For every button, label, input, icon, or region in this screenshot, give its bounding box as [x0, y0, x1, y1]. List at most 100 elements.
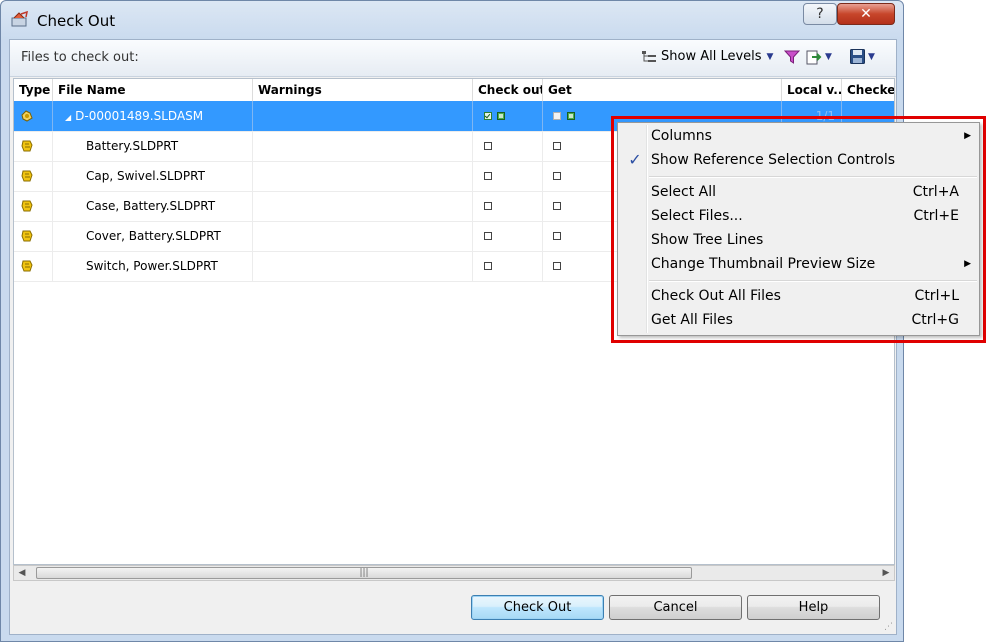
check-out-button[interactable]: Check Out	[471, 595, 604, 620]
column-header-file-name[interactable]: File Name	[53, 79, 253, 101]
menu-item-label: Get All Files	[651, 312, 733, 328]
menu-item-get-all-files[interactable]: Get All Files Ctrl+G	[620, 308, 977, 332]
type-cell	[14, 191, 53, 221]
checkmark-icon: ✓	[628, 150, 642, 169]
warnings-cell	[253, 101, 473, 131]
menu-item-label: Columns	[651, 128, 712, 144]
menu-item-select-all[interactable]: Select All Ctrl+A	[620, 180, 977, 204]
menu-item-label: Show Reference Selection Controls	[651, 152, 896, 168]
check-out-cell	[473, 131, 543, 161]
scroll-left-arrow-icon[interactable]: ◀	[14, 566, 30, 580]
context-menu: Columns ▶ ✓ Show Reference Selection Con…	[617, 122, 980, 336]
type-cell	[14, 221, 53, 251]
collapse-arrow-icon[interactable]: ◢	[65, 113, 71, 122]
part-icon	[21, 140, 33, 152]
warnings-cell	[253, 221, 473, 251]
type-cell	[14, 251, 53, 281]
check-out-cell	[473, 161, 543, 191]
part-icon	[21, 230, 33, 242]
close-button[interactable]: ✕	[837, 3, 895, 25]
get-checkbox[interactable]	[553, 172, 561, 180]
check-out-checkbox[interactable]	[484, 232, 492, 240]
check-out-checkbox[interactable]	[484, 112, 492, 120]
menu-item-shortcut: Ctrl+A	[912, 184, 959, 200]
file-name: D-00001489.SLDASM	[75, 109, 204, 123]
menu-item-label: Show Tree Lines	[651, 232, 764, 248]
floppy-save-icon[interactable]	[850, 49, 865, 64]
window-title: Check Out	[37, 12, 116, 30]
files-to-check-out-label: Files to check out:	[21, 50, 139, 65]
reference-selection-indicator-icon[interactable]	[567, 112, 575, 120]
check-out-checkbox[interactable]	[484, 172, 492, 180]
submenu-arrow-icon: ▶	[964, 259, 971, 269]
type-cell	[14, 101, 53, 131]
menu-item-show-reference-selection-controls[interactable]: ✓ Show Reference Selection Controls	[620, 148, 977, 172]
get-checkbox[interactable]	[553, 262, 561, 270]
help-button[interactable]: Help	[747, 595, 880, 620]
column-header-get[interactable]: Get	[543, 79, 782, 101]
get-checkbox[interactable]	[553, 112, 561, 120]
file-name-cell: ◢ D-00001489.SLDASM	[53, 101, 253, 131]
menu-item-shortcut: Ctrl+G	[911, 312, 960, 328]
menu-separator	[649, 176, 977, 178]
warnings-cell	[253, 191, 473, 221]
menu-item-shortcut: Ctrl+E	[913, 208, 960, 224]
type-cell	[14, 161, 53, 191]
check-out-cell	[473, 251, 543, 281]
column-header-type[interactable]: Type	[14, 79, 53, 101]
resize-grip-icon[interactable]: ⋰	[884, 622, 894, 632]
menu-item-label: Select All	[651, 184, 716, 200]
menu-item-change-thumbnail-preview-size[interactable]: Change Thumbnail Preview Size ▶	[620, 252, 977, 276]
save-dropdown-arrow-icon[interactable]: ▼	[868, 52, 875, 62]
menu-item-show-tree-lines[interactable]: Show Tree Lines	[620, 228, 977, 252]
scrollbar-thumb[interactable]: |||	[36, 567, 692, 579]
warnings-cell	[253, 131, 473, 161]
column-header-warnings[interactable]: Warnings	[253, 79, 473, 101]
horizontal-scrollbar[interactable]: ◀ ||| ▶	[13, 565, 895, 581]
check-out-checkbox[interactable]	[484, 202, 492, 210]
get-checkbox[interactable]	[553, 232, 561, 240]
menu-item-select-files[interactable]: Select Files... Ctrl+E	[620, 204, 977, 228]
file-name-cell: Battery.SLDPRT	[53, 131, 253, 161]
menu-item-label: Select Files...	[651, 208, 743, 224]
warnings-cell	[253, 251, 473, 281]
menu-separator	[649, 280, 977, 282]
menu-item-shortcut: Ctrl+L	[914, 288, 959, 304]
menu-item-check-out-all-files[interactable]: Check Out All Files Ctrl+L	[620, 284, 977, 308]
file-name-cell: Switch, Power.SLDPRT	[53, 251, 253, 281]
grid-header: Type File Name Warnings Check out Get Lo…	[14, 79, 894, 102]
cancel-button[interactable]: Cancel	[609, 595, 742, 620]
column-header-local-version[interactable]: Local v...	[782, 79, 842, 101]
check-out-checkbox[interactable]	[484, 142, 492, 150]
warnings-cell	[253, 161, 473, 191]
export-dropdown-arrow-icon[interactable]: ▼	[825, 52, 832, 62]
help-title-button[interactable]: ?	[803, 3, 837, 25]
export-icon[interactable]	[806, 49, 822, 65]
get-checkbox[interactable]	[553, 142, 561, 150]
part-icon	[21, 260, 33, 272]
reference-selection-indicator-icon[interactable]	[497, 112, 505, 120]
title-bar[interactable]: Check Out ? ✕	[1, 1, 903, 37]
check-out-app-icon	[11, 11, 28, 27]
show-all-levels-dropdown[interactable]: Show All Levels ▼	[642, 49, 773, 64]
tree-levels-icon	[642, 50, 656, 62]
file-name-cell: Cap, Swivel.SLDPRT	[53, 161, 253, 191]
funnel-filter-icon[interactable]	[784, 50, 800, 64]
check-out-checkbox[interactable]	[484, 262, 492, 270]
menu-item-label: Check Out All Files	[651, 288, 781, 304]
part-icon	[21, 200, 33, 212]
get-checkbox[interactable]	[553, 202, 561, 210]
menu-item-columns[interactable]: Columns ▶	[620, 124, 977, 148]
scroll-right-arrow-icon[interactable]: ▶	[878, 566, 894, 580]
check-out-cell	[473, 191, 543, 221]
check-out-cell	[473, 101, 543, 131]
submenu-arrow-icon: ▶	[964, 131, 971, 141]
chevron-down-icon: ▼	[766, 51, 774, 62]
file-name-cell: Case, Battery.SLDPRT	[53, 191, 253, 221]
column-header-checked[interactable]: Checked	[842, 79, 894, 101]
column-header-check-out[interactable]: Check out	[473, 79, 543, 101]
assembly-icon	[21, 110, 33, 122]
type-cell	[14, 131, 53, 161]
toolbar: Files to check out: Show All Levels ▼ ▼	[10, 40, 896, 77]
part-icon	[21, 170, 33, 182]
